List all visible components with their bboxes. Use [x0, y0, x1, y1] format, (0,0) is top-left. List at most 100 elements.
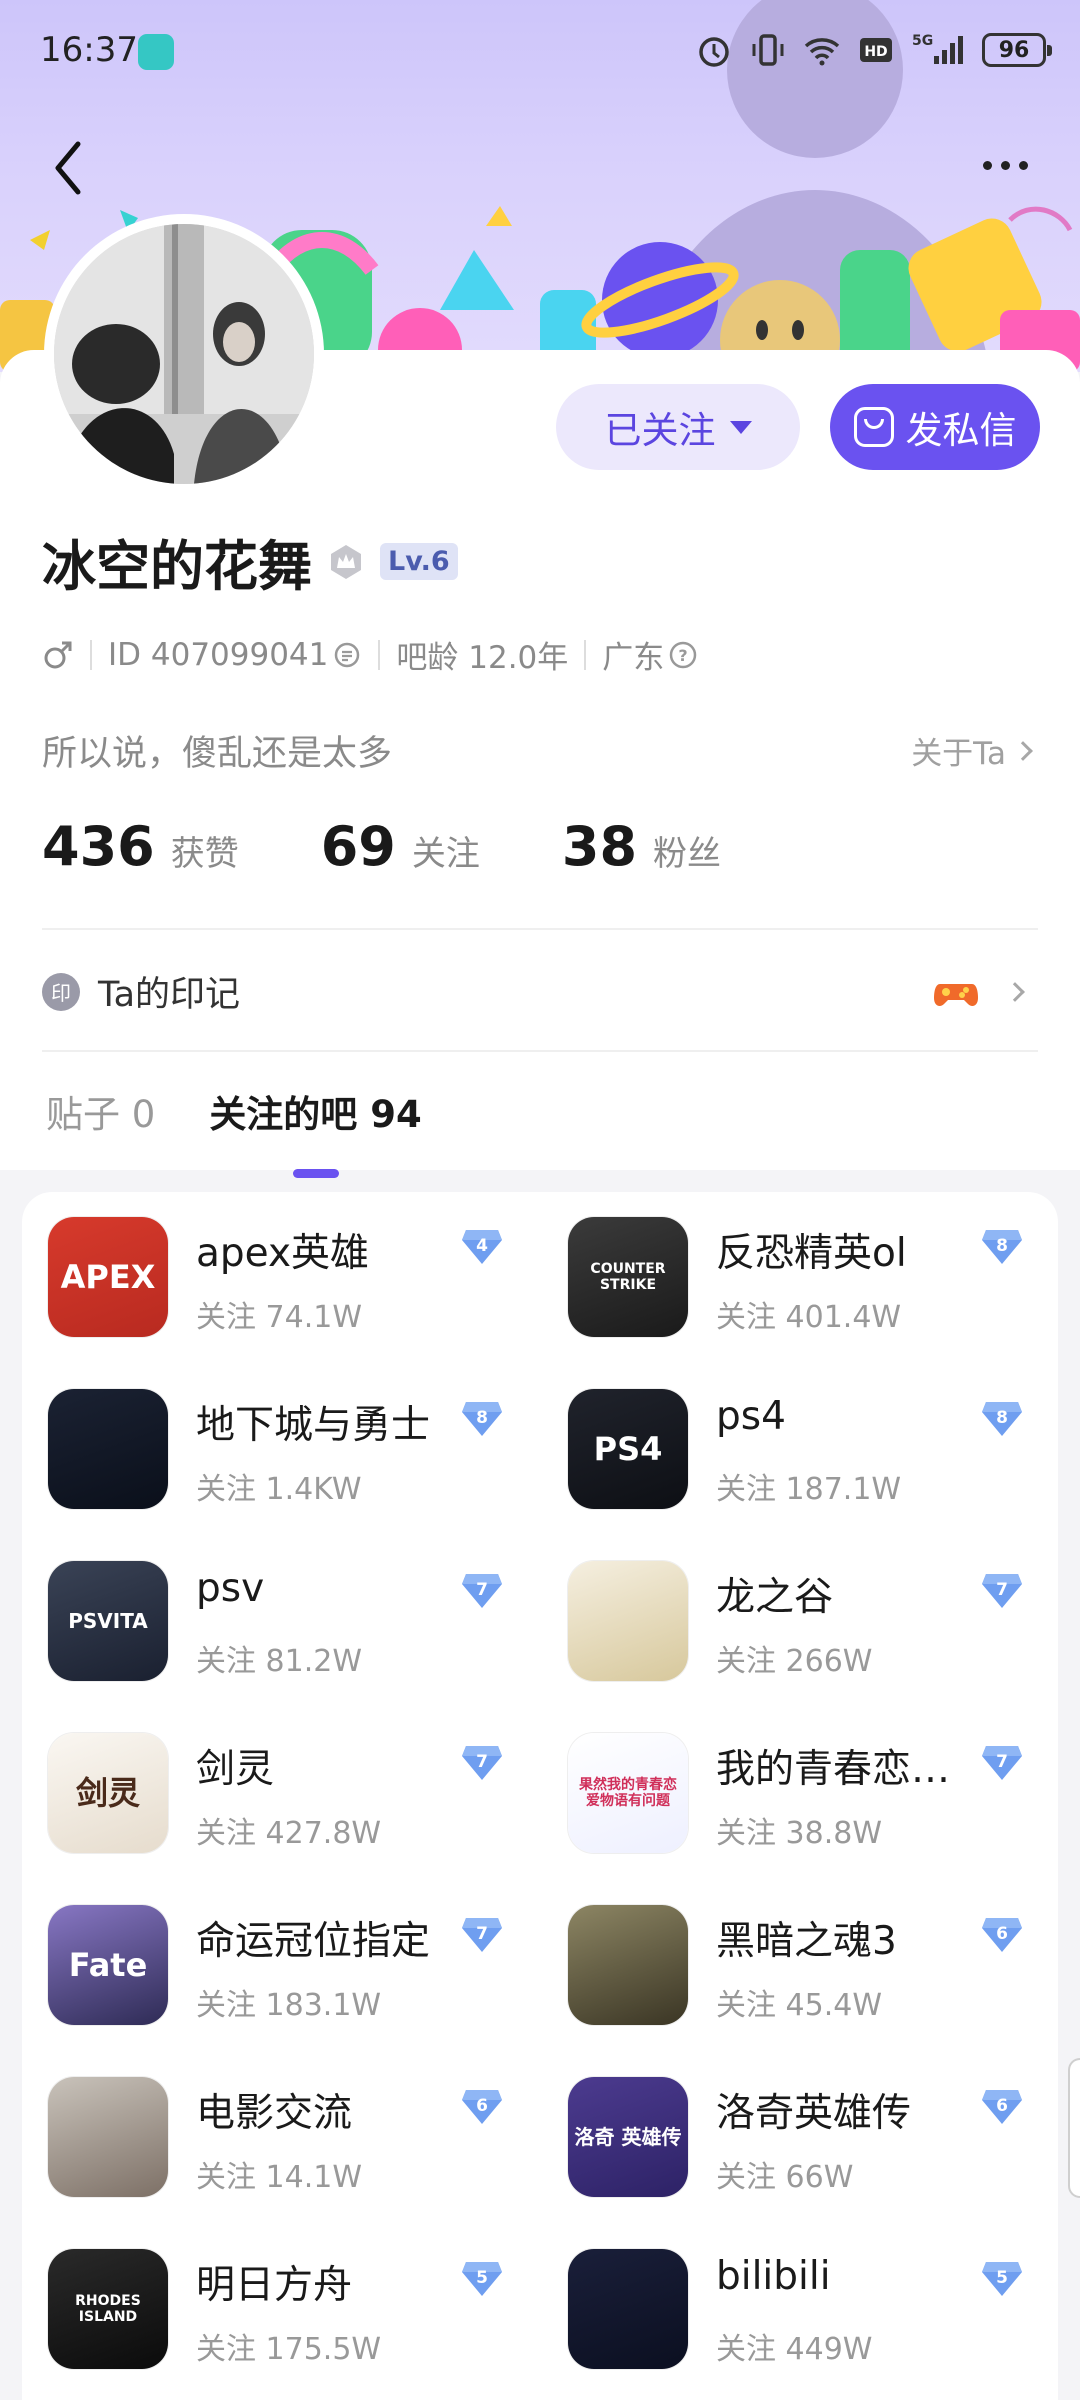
forum-follow-count: 关注 183.1W — [196, 1988, 382, 2023]
forum-logo — [48, 2077, 168, 2197]
battery-indicator: 96 — [982, 33, 1052, 67]
forum-logo: APEX — [48, 1217, 168, 1337]
forum-logo — [568, 1905, 688, 2025]
notification-app-icon — [138, 34, 174, 70]
back-button[interactable] — [44, 138, 94, 198]
forum-level-badge-icon: 7 — [462, 1746, 502, 1780]
stat-label: 粉丝 — [653, 834, 722, 874]
wifi-icon — [804, 38, 840, 66]
username: 冰空的花舞 — [42, 535, 312, 598]
seal-label: Ta的印记 — [98, 975, 241, 1015]
forum-item[interactable]: APEX apex英雄 关注 74.1W 4 — [22, 1192, 522, 1342]
copy-id-icon[interactable] — [332, 640, 362, 670]
followed-dropdown-button[interactable]: 已关注 — [556, 384, 800, 470]
forum-logo-text: PSVITA — [68, 1608, 148, 1633]
forum-name: 明日方舟 — [196, 2263, 353, 2308]
message-button-label: 发私信 — [905, 409, 1017, 452]
divider — [42, 1050, 1038, 1052]
about-link[interactable]: 关于Ta — [911, 728, 1033, 773]
user-avatar[interactable] — [44, 214, 324, 494]
forum-level-number: 5 — [996, 2268, 1008, 2288]
svg-text:5G: 5G — [912, 33, 933, 49]
forum-item[interactable]: 黑暗之魂3 关注 45.4W 6 — [542, 1880, 1042, 2030]
forum-item[interactable]: COUNTER STRIKE 反恐精英ol 关注 401.4W 8 — [542, 1192, 1042, 1342]
forum-item[interactable]: 电影交流关注 14.1W 6 — [22, 2052, 522, 2202]
forum-item[interactable]: 地下城与勇士 关注 1.4KW 8 — [22, 1364, 522, 1514]
forum-item[interactable]: 龙之谷 关注 266W 7 — [542, 1536, 1042, 1686]
status-time: 16:37 — [40, 30, 138, 70]
forum-follow-count: 关注 45.4W — [716, 1988, 882, 2023]
forum-logo-text: APEX — [60, 1257, 156, 1296]
profile-tabs: 贴子 0 关注的吧 94 — [46, 1084, 422, 1178]
seal-icon: 印 — [42, 972, 80, 1011]
forum-logo: COUNTER STRIKE — [568, 1217, 688, 1337]
forum-name: 剑灵 — [196, 1747, 275, 1792]
more-dot — [982, 160, 992, 170]
forum-name: 龙之谷 — [716, 1575, 834, 1620]
stat-label: 获赞 — [170, 834, 239, 874]
forum-follow-count: 关注 449W — [716, 2332, 873, 2367]
question-icon[interactable]: ? — [668, 640, 698, 670]
forum-logo: 果然我的青春恋爱物语有问题 — [568, 1733, 688, 1853]
forum-name: 命运冠位指定 — [196, 1919, 431, 1964]
crown-badge-icon[interactable] — [326, 542, 366, 582]
caret-down-icon — [729, 420, 752, 434]
side-drawer-handle[interactable] — [1068, 2058, 1080, 2198]
stat-label: 关注 — [411, 834, 480, 874]
forum-item[interactable]: RHODES ISLAND 明日方舟 关注 175.5W 5 — [22, 2224, 522, 2374]
signal-5g-icon: 5G — [912, 33, 963, 64]
forum-logo — [568, 2249, 688, 2369]
forum-level-number: 7 — [476, 1924, 488, 1944]
forum-level-number: 8 — [476, 1408, 488, 1428]
more-options-button[interactable] — [970, 150, 1040, 180]
svg-text:HD: HD — [864, 44, 887, 60]
forum-logo-text: 果然我的青春恋爱物语有问题 — [579, 1776, 677, 1809]
forum-name: 洛奇英雄传 — [716, 2091, 912, 2136]
forum-name: 电影交流 — [196, 2091, 353, 2136]
forum-logo: 剑灵 — [48, 1733, 168, 1853]
username-row: 冰空的花舞 Lv.6 — [42, 522, 458, 601]
tab-posts[interactable]: 贴子 0 — [46, 1084, 155, 1162]
alarm-icon — [699, 37, 729, 67]
forum-item[interactable]: 果然我的青春恋爱物语有问题 我的青春恋… 关注 38.8W 7 — [542, 1708, 1042, 1858]
forum-level-badge-icon: 8 — [462, 1402, 502, 1436]
forum-item[interactable]: bilibili 关注 449W 5 — [542, 2224, 1042, 2374]
forum-logo-text: RHODES ISLAND — [75, 2292, 141, 2325]
stat-following[interactable]: 69 关注 — [321, 815, 480, 878]
meta-separator — [90, 639, 92, 670]
forum-follow-count: 关注 14.1W — [196, 2160, 362, 2195]
user-id: ID 407099041 — [108, 636, 329, 673]
forum-name: apex英雄 — [196, 1231, 370, 1276]
vibrate-icon — [752, 34, 784, 66]
forum-level-badge-icon: 6 — [462, 2090, 502, 2124]
forum-level-number: 5 — [476, 2268, 488, 2288]
forum-level-badge-icon: 7 — [982, 1746, 1022, 1780]
meta-separator — [378, 639, 381, 670]
avatar-image — [54, 224, 314, 484]
tab-followed-forums[interactable]: 关注的吧 94 — [209, 1084, 422, 1178]
meta-separator — [584, 639, 587, 670]
message-icon — [853, 407, 894, 447]
seal-row[interactable]: 印 Ta的印记 — [42, 966, 1038, 1017]
forum-item[interactable]: 剑灵 剑灵 关注 427.8W 7 — [22, 1708, 522, 1858]
forum-level-number: 4 — [476, 1236, 488, 1256]
forum-follow-count: 关注 66W — [716, 2160, 854, 2195]
forum-level-badge-icon: 6 — [982, 1918, 1022, 1952]
forum-logo-text: COUNTER STRIKE — [590, 1260, 666, 1293]
region: 广东 — [602, 640, 665, 676]
forum-item[interactable]: 洛奇 英雄传 洛奇英雄传 关注 66W 6 — [542, 2052, 1042, 2202]
forum-level-badge-icon: 7 — [982, 1574, 1022, 1608]
male-gender-icon — [44, 641, 72, 668]
forum-level-number: 7 — [996, 1580, 1008, 1600]
forum-level-badge-icon: 6 — [982, 2090, 1022, 2124]
forum-item[interactable]: PSVITA psv 关注 81.2W 7 — [22, 1536, 522, 1686]
send-message-button[interactable]: 发私信 — [830, 384, 1040, 470]
forum-item[interactable]: Fate 命运冠位指定 关注 183.1W 7 — [22, 1880, 522, 2030]
forum-item[interactable]: PS4 ps4 关注 187.1W 8 — [542, 1364, 1042, 1514]
chevron-right-icon — [1005, 981, 1025, 1002]
forum-logo-text: PS4 — [593, 1429, 663, 1468]
forum-level-number: 6 — [996, 2096, 1008, 2116]
forum-level-number: 7 — [476, 1580, 488, 1600]
stat-fans[interactable]: 38 粉丝 — [562, 815, 721, 878]
forum-age: 吧龄 12.0年 — [396, 640, 569, 676]
